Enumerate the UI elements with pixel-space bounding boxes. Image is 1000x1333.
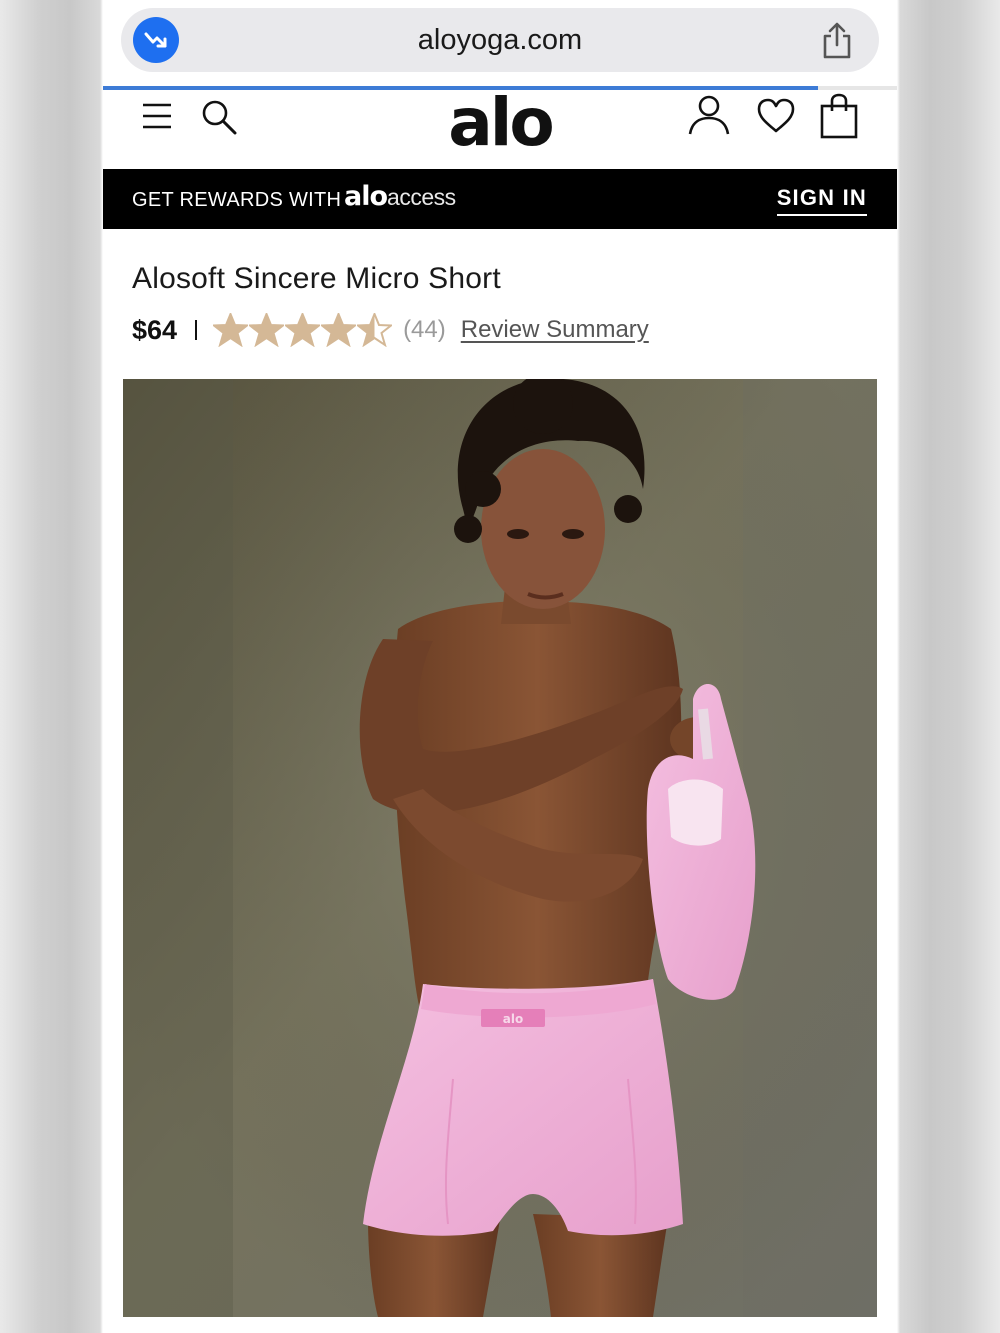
price-rating-row: $64 (44) Review Summary [132,310,649,350]
rating-star-icon [321,313,357,347]
account-icon[interactable] [687,94,731,136]
alo-access-logo-light: access [387,184,456,210]
review-summary-link[interactable]: Review Summary [461,316,649,344]
rating-star-icon [249,313,285,347]
rewards-text: GET REWARDS WITH [132,189,342,211]
share-icon[interactable] [819,22,855,60]
alo-access-logo[interactable]: aloaccess [344,181,456,212]
shorts-logo-tag: alo [503,1012,523,1026]
review-count[interactable]: (44) [403,316,446,344]
price-divider [195,320,198,340]
rewards-banner: GET REWARDS WITH aloaccess SIGN IN [103,169,897,229]
url-bar[interactable]: aloyoga.com [121,8,879,72]
rating-star-icon [357,313,393,347]
sign-in-link[interactable]: SIGN IN [776,185,867,216]
heart-icon[interactable] [756,98,796,134]
product-photo-illustration: alo [123,379,877,1317]
star-rating[interactable] [213,313,393,347]
product-title: Alosoft Sincere Micro Short [132,262,501,295]
product-price: $64 [132,314,178,345]
phone-screen: aloyoga.com alo GET REWARDS WITH aloacce… [103,0,897,1333]
site-header: alo [103,90,897,169]
product-image[interactable]: alo [123,379,877,1317]
alo-access-logo-bold: alo [344,181,388,212]
rating-star-icon [213,313,249,347]
bag-icon[interactable] [819,93,859,139]
url-text[interactable]: aloyoga.com [121,24,879,57]
rating-star-icon [285,313,321,347]
